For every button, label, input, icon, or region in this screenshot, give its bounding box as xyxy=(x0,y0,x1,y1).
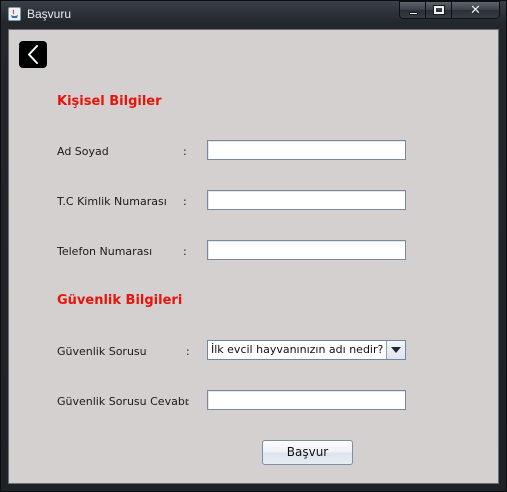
phone-label: Telefon Numarası xyxy=(57,245,153,258)
security-answer-colon: : xyxy=(186,395,190,408)
phone-colon: : xyxy=(183,245,187,258)
close-button[interactable]: ✕ xyxy=(452,1,500,19)
security-answer-label: Güvenlik Sorusu Cevabı xyxy=(57,395,188,408)
maximize-icon xyxy=(433,5,445,15)
submit-button[interactable]: Başvur xyxy=(262,440,353,465)
window-controls: ✕ xyxy=(399,1,500,20)
security-info-heading: Güvenlik Bilgileri xyxy=(57,293,183,308)
dropdown-button[interactable] xyxy=(386,341,405,359)
minimize-icon xyxy=(409,12,418,15)
personal-info-heading: Kişisel Bilgiler xyxy=(57,94,162,109)
back-button[interactable] xyxy=(19,41,47,68)
close-icon: ✕ xyxy=(470,3,481,18)
full-name-input[interactable] xyxy=(207,140,406,160)
full-name-colon: : xyxy=(183,145,187,158)
tc-id-colon: : xyxy=(183,195,187,208)
full-name-label: Ad Soyad xyxy=(57,145,109,158)
security-question-selected: İlk evcil hayvanınızın adı nedir? xyxy=(211,343,384,356)
tc-id-input[interactable] xyxy=(207,190,406,210)
form-panel: Kişisel Bilgiler Ad Soyad : T.C Kimlik N… xyxy=(8,29,499,484)
tc-id-label: T.C Kimlik Numarası xyxy=(57,195,167,208)
security-question-select[interactable]: İlk evcil hayvanınızın adı nedir? xyxy=(207,340,406,360)
chevron-down-icon xyxy=(391,347,401,353)
java-app-icon xyxy=(8,7,21,21)
maximize-button[interactable] xyxy=(426,1,452,19)
security-question-label: Güvenlik Sorusu xyxy=(57,345,147,358)
window-title: Başvuru xyxy=(27,7,72,21)
minimize-button[interactable] xyxy=(399,1,426,19)
security-question-colon: : xyxy=(186,345,190,358)
phone-input[interactable] xyxy=(207,240,406,260)
title-bar[interactable]: Başvuru ✕ xyxy=(1,1,506,28)
back-arrow-icon xyxy=(28,45,38,64)
security-answer-input[interactable] xyxy=(207,390,406,410)
application-window: Başvuru ✕ Kişisel Bilgiler Ad Soyad : T.… xyxy=(0,0,507,492)
